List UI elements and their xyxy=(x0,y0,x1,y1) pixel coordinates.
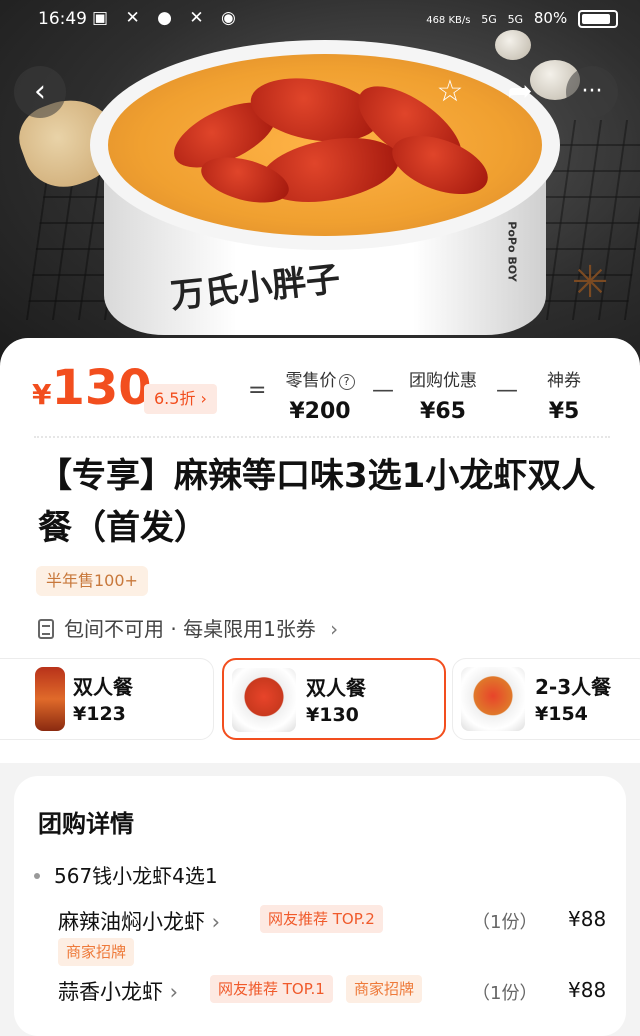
dish-name: 蒜香小龙虾 xyxy=(58,980,163,1004)
help-icon[interactable]: ? xyxy=(338,374,355,390)
details-group-title: 567钱小龙虾4选1 xyxy=(34,860,218,889)
dish-price: ¥88 xyxy=(568,978,607,1002)
sales-badge: 半年售100+ xyxy=(36,566,148,596)
dish-price: ¥88 xyxy=(568,907,607,931)
retail-price-block: 零售价? ¥200 xyxy=(280,366,360,424)
group-discount-label: 团购优惠 xyxy=(409,371,477,391)
crayfish-bowl: 万氏小胖子 PoPo BOY xyxy=(90,40,560,340)
package-price: ¥130 xyxy=(306,704,359,726)
retail-price-value: ¥200 xyxy=(289,399,351,424)
status-time: 16:49 xyxy=(38,9,87,29)
package-name: 2-3人餐 xyxy=(535,675,612,699)
final-price: ¥130 xyxy=(32,360,152,416)
divider xyxy=(34,436,610,438)
group-purchase-details: 团购详情 567钱小龙虾4选1 麻辣油焖小龙虾 › 网友推荐 TOP.2 商家招… xyxy=(14,776,626,1036)
bullet-icon xyxy=(34,873,40,879)
package-name: 双人餐 xyxy=(306,676,366,700)
package-thumbnail xyxy=(35,667,65,731)
package-price: ¥154 xyxy=(535,703,588,725)
signature-tag: 商家招牌 xyxy=(58,938,135,966)
dish-item[interactable]: 麻辣油焖小龙虾 › xyxy=(58,906,220,936)
package-option[interactable]: 双人餐 ¥123 xyxy=(0,658,214,740)
chevron-right-icon: › xyxy=(205,910,221,934)
minus-sign: — xyxy=(496,378,518,403)
price-row: ¥130 6.5折 › = 零售价? ¥200 — 团购优惠 ¥65 — 神券 … xyxy=(0,338,640,438)
package-options: 双人餐 ¥123 双人餐 ¥130 2-3人餐 ¥154 xyxy=(0,656,640,742)
share-icon[interactable]: ➦ xyxy=(494,66,546,118)
battery-percent: 80% xyxy=(533,9,568,27)
dish-name: 麻辣油焖小龙虾 xyxy=(58,910,205,934)
package-option-selected[interactable]: 双人餐 ¥130 xyxy=(222,658,446,740)
usage-rules-text: 包间不可用 · 每桌限用1张券 xyxy=(64,617,316,641)
product-title: 【专享】麻辣等口味3选1小龙虾双人餐（首发） xyxy=(38,456,596,548)
currency-symbol: ¥ xyxy=(32,378,52,411)
battery-icon xyxy=(578,9,618,28)
discount-label: 6.5折 xyxy=(154,389,196,408)
discount-badge[interactable]: 6.5折 › xyxy=(144,384,217,414)
package-thumbnail xyxy=(232,668,296,732)
usage-rules-link[interactable]: 包间不可用 · 每桌限用1张券 › xyxy=(38,613,338,642)
group-title-text: 567钱小龙虾4选1 xyxy=(54,864,218,888)
minus-sign: — xyxy=(372,378,394,403)
product-hero-image[interactable]: ✳ 万氏小胖子 PoPo BOY xyxy=(0,0,640,370)
signature-tag: 商家招牌 xyxy=(346,975,423,1003)
dish-quantity: （1份） xyxy=(472,983,538,1004)
document-icon xyxy=(38,619,54,639)
signal-icon: 5G xyxy=(507,13,524,26)
product-info-card: ¥130 6.5折 › = 零售价? ¥200 — 团购优惠 ¥65 — 神券 … xyxy=(0,338,640,763)
chevron-right-icon: › xyxy=(200,389,207,408)
retail-price-label: 零售价 xyxy=(285,371,337,391)
back-icon[interactable]: ‹ xyxy=(14,66,66,118)
price-amount: 130 xyxy=(51,360,152,416)
coupon-value: ¥5 xyxy=(548,399,580,424)
package-name: 双人餐 xyxy=(73,675,133,699)
rank-tag: 网友推荐 TOP.2 xyxy=(260,905,383,933)
more-icon[interactable]: ··· xyxy=(566,66,618,118)
net-speed: 468 KB/s xyxy=(426,15,471,26)
coupon-block: 神券 ¥5 xyxy=(538,366,590,424)
chevron-right-icon: › xyxy=(330,617,339,641)
dish-quantity: （1份） xyxy=(472,912,538,933)
package-thumbnail xyxy=(461,667,525,731)
equals-sign: = xyxy=(248,378,267,403)
signal-icon: 5G xyxy=(481,13,497,26)
group-discount-block: 团购优惠 ¥65 xyxy=(402,366,484,424)
star-anise-decoration: ✳ xyxy=(571,257,609,308)
bowl-brand-side: PoPo BOY xyxy=(505,221,519,282)
favorite-star-icon[interactable]: ☆ xyxy=(424,66,476,118)
details-heading: 团购详情 xyxy=(38,810,134,838)
status-bar: 16:49 ▣ ✕ ● ✕ ◉ 468 KB/s 5G 5G 80% xyxy=(0,0,640,40)
package-option[interactable]: 2-3人餐 ¥154 xyxy=(452,658,640,740)
package-price: ¥123 xyxy=(73,703,126,725)
group-discount-value: ¥65 xyxy=(420,399,466,424)
status-right: 468 KB/s 5G 5G 80% xyxy=(420,9,618,28)
coupon-label: 神券 xyxy=(547,371,581,391)
chevron-right-icon: › xyxy=(163,980,179,1004)
notification-icons: ▣ ✕ ● ✕ ◉ xyxy=(92,8,242,28)
rank-tag: 网友推荐 TOP.1 xyxy=(210,975,333,1003)
dish-item[interactable]: 蒜香小龙虾 › xyxy=(58,976,178,1006)
